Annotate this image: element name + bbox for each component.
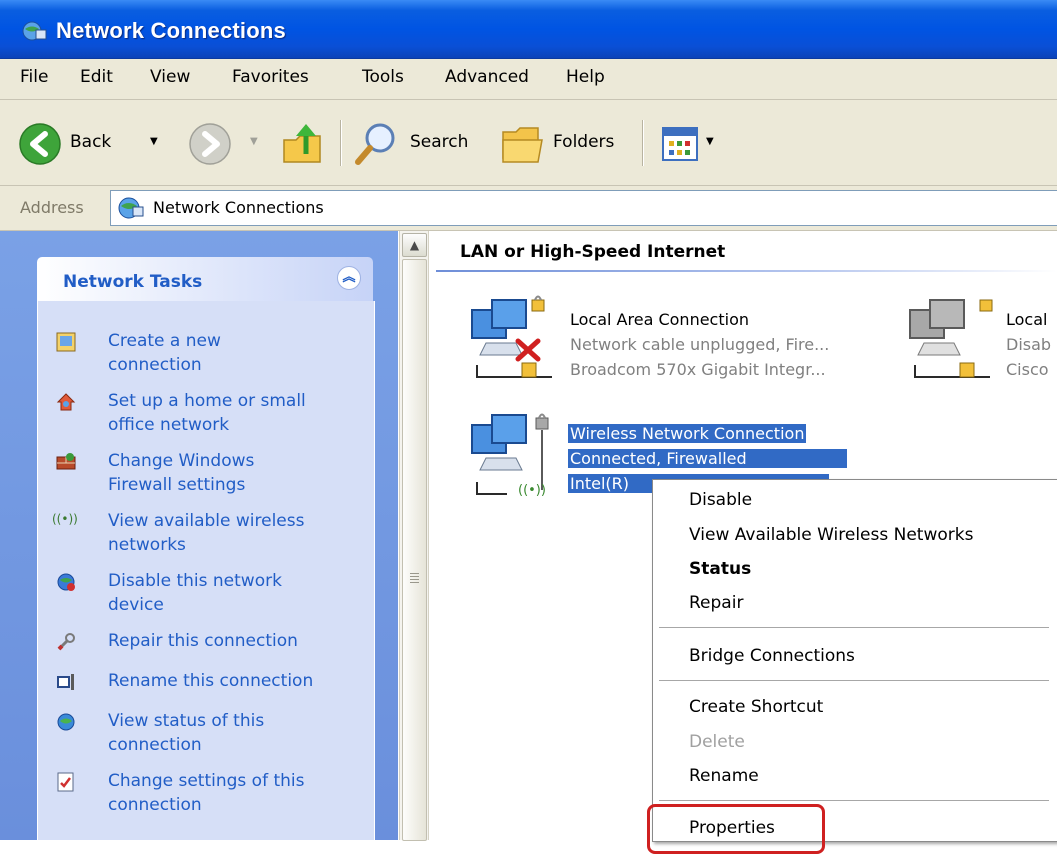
forward-arrow-icon[interactable]: [188, 122, 232, 166]
menu-edit[interactable]: Edit: [80, 67, 113, 87]
menu-item-rename[interactable]: Rename: [689, 766, 759, 786]
menu-bar: File Edit View Favorites Tools Advanced …: [0, 59, 1057, 100]
grip-icon: [410, 573, 419, 585]
task-label: Create a new connection: [108, 331, 221, 375]
task-label: Change Windows Firewall settings: [108, 451, 255, 495]
task-label: View available wireless networks: [108, 511, 305, 555]
settings-icon: [57, 772, 74, 792]
menu-separator: [659, 800, 1049, 801]
back-arrow-icon[interactable]: [18, 122, 62, 166]
network-tasks-header[interactable]: Network Tasks ︽: [37, 257, 373, 301]
rename-icon: [57, 674, 74, 690]
network-connections-icon: [22, 21, 47, 41]
wireless-computer-icon: ((•)): [471, 413, 549, 498]
task-label: Change settings of this connection: [108, 771, 305, 815]
disable-device-icon: [57, 573, 75, 591]
views-dropdown-icon[interactable]: ▼: [706, 136, 714, 147]
window-title: Network Connections: [56, 18, 286, 43]
folders-icon[interactable]: [500, 122, 546, 166]
views-icon[interactable]: [662, 127, 698, 161]
properties-highlight: [647, 804, 825, 854]
task-pane: Network Tasks ︽ Create a new connection …: [0, 231, 398, 840]
task-label: Rename this connection: [108, 671, 314, 691]
connection-status: Disab: [1006, 335, 1052, 354]
back-dropdown-icon[interactable]: ▼: [150, 136, 158, 147]
lan-computer-disabled-icon: [909, 299, 993, 378]
menu-item-delete: Delete: [689, 732, 745, 752]
lan-computer-icon: [471, 295, 552, 378]
home-network-icon: [56, 393, 76, 411]
vertical-scrollbar[interactable]: ▲: [399, 231, 429, 841]
menu-item-disable[interactable]: Disable: [689, 490, 752, 510]
menu-item-bridge[interactable]: Bridge Connections: [689, 646, 855, 666]
menu-view[interactable]: View: [150, 67, 190, 87]
search-label[interactable]: Search: [410, 132, 468, 152]
address-bar: Address Network Connections: [0, 186, 1057, 231]
context-menu: Disable View Available Wireless Networks…: [652, 479, 1057, 842]
status-icon: [57, 713, 75, 731]
connection-status: Network cable unplugged, Fire...: [570, 335, 830, 354]
network-connections-icon: [118, 197, 144, 219]
task-label: Set up a home or small office network: [108, 391, 306, 435]
menu-item-create-shortcut[interactable]: Create Shortcut: [689, 697, 823, 717]
toolbar-separator: [340, 120, 342, 166]
connection-status-text: Connected, Firewalled: [568, 449, 847, 468]
menu-tools[interactable]: Tools: [362, 67, 404, 87]
new-connection-icon: [56, 332, 76, 352]
collapse-icon[interactable]: ︽: [337, 266, 361, 290]
repair-icon: [57, 633, 75, 651]
group-divider: [436, 270, 1057, 272]
menu-item-view-wireless[interactable]: View Available Wireless Networks: [689, 525, 973, 545]
connection-name-text: Wireless Network Connection: [568, 424, 807, 443]
task-label: Repair this connection: [108, 631, 298, 651]
toolbar-separator: [642, 120, 644, 166]
menu-help[interactable]: Help: [566, 67, 605, 87]
address-label: Address: [20, 198, 84, 217]
firewall-icon: [56, 453, 76, 470]
up-folder-icon[interactable]: [280, 120, 326, 166]
svg-text:((•)): ((•)): [518, 483, 546, 498]
title-bar[interactable]: Network Connections: [0, 0, 1057, 59]
search-icon[interactable]: [352, 120, 400, 168]
address-value: Network Connections: [153, 198, 324, 217]
forward-dropdown-icon: ▼: [250, 136, 258, 147]
address-input[interactable]: Network Connections: [110, 190, 1057, 226]
menu-favorites[interactable]: Favorites: [232, 67, 309, 87]
connection-name: Local: [1006, 310, 1048, 329]
folders-label[interactable]: Folders: [553, 132, 614, 152]
connection-status: Connected, Firewalled: [568, 449, 847, 468]
back-label[interactable]: Back: [70, 132, 111, 152]
connection-device: Broadcom 570x Gigabit Integr...: [570, 360, 826, 379]
wireless-icon: ((•)): [52, 512, 78, 526]
task-label: View status of this connection: [108, 711, 265, 755]
scroll-up-icon[interactable]: ▲: [402, 233, 427, 257]
menu-advanced[interactable]: Advanced: [445, 67, 529, 87]
task-label: Disable this network device: [108, 571, 282, 615]
menu-item-status[interactable]: Status: [689, 559, 751, 579]
scroll-thumb[interactable]: [402, 259, 427, 841]
network-tasks-list: Create a new connection Set up a home or…: [37, 301, 375, 840]
menu-file[interactable]: File: [20, 67, 48, 87]
toolbar: Back ▼ ▼ Search Folders ▼: [0, 100, 1057, 186]
menu-item-repair[interactable]: Repair: [689, 593, 743, 613]
connection-device: Cisco: [1006, 360, 1049, 379]
network-tasks-title: Network Tasks: [63, 272, 203, 292]
menu-separator: [659, 627, 1049, 628]
connection-name: Wireless Network Connection: [568, 424, 807, 443]
group-header: LAN or High-Speed Internet: [460, 242, 726, 262]
connection-name: Local Area Connection: [570, 310, 749, 329]
menu-separator: [659, 680, 1049, 681]
